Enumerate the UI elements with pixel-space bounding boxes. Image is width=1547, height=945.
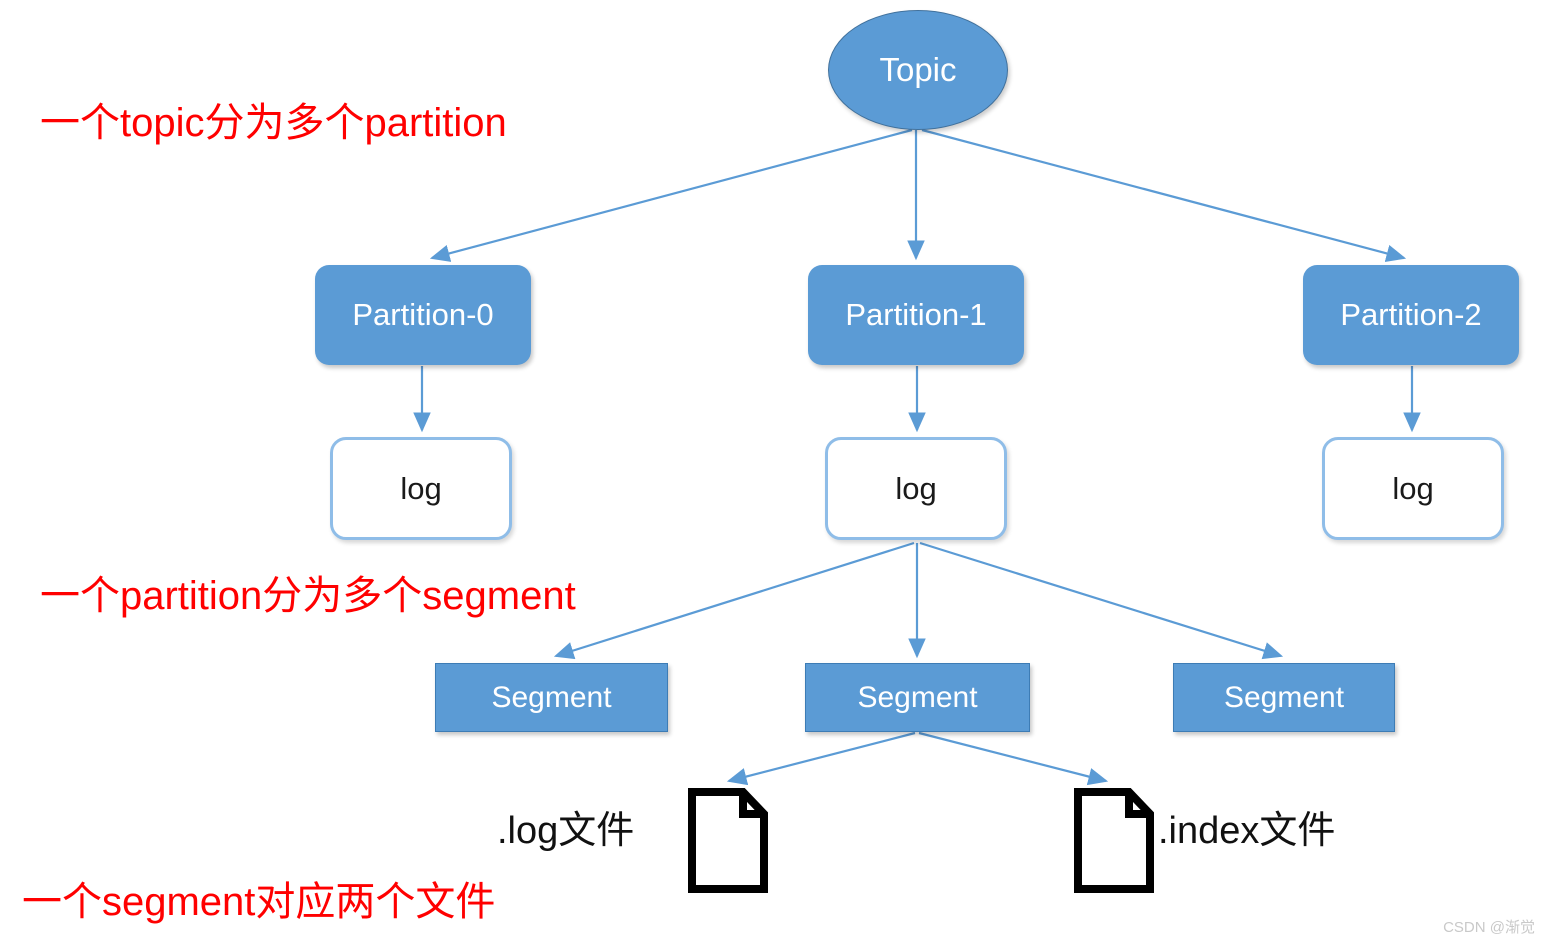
segment-node-0[interactable]: Segment [435,663,668,732]
log-node-0[interactable]: log [330,437,512,540]
log-node-2[interactable]: log [1322,437,1504,540]
watermark: CSDN @渐觉 [1443,919,1535,936]
segment-node-2[interactable]: Segment [1173,663,1395,732]
annotation-partition-segment: 一个partition分为多个segment [40,574,576,618]
diagram-canvas: Topic Partition-0 Partition-1 Partition-… [0,0,1547,945]
edge-log-1-to-segment-2 [919,541,1284,660]
index-file-label: .index文件 [1158,810,1336,852]
partition-node-2[interactable]: Partition-2 [1303,265,1519,365]
edge-segment-1-to-log-file [726,731,916,786]
topic-node[interactable]: Topic [828,10,1008,130]
log-node-1-label: log [895,470,937,506]
topic-node-label: Topic [879,51,957,88]
edge-log-1-to-segment-0 [553,541,915,660]
segment-node-0-label: Segment [491,680,612,714]
annotation-segment-files: 一个segment对应两个文件 [22,880,496,924]
index-file-document-icon [1074,788,1154,893]
log-node-1[interactable]: log [825,437,1007,540]
partition-node-1-label: Partition-1 [845,297,987,332]
partition-node-2-label: Partition-2 [1340,297,1482,332]
log-node-2-label: log [1392,470,1434,506]
segment-node-1-label: Segment [857,680,978,714]
segment-node-2-label: Segment [1223,680,1345,714]
edge-topic-to-partition-2 [921,128,1407,262]
edge-topic-to-partition-0 [429,128,913,262]
segment-node-1[interactable]: Segment [805,663,1030,732]
annotation-topic-partition: 一个topic分为多个partition [40,101,507,145]
partition-node-0[interactable]: Partition-0 [315,265,531,365]
partition-node-0-label: Partition-0 [352,297,494,332]
log-node-0-label: log [400,470,442,506]
log-file-label: .log文件 [497,810,635,852]
partition-node-1[interactable]: Partition-1 [808,265,1024,365]
edge-segment-1-to-index-file [918,731,1109,786]
log-file-document-icon [688,788,768,893]
